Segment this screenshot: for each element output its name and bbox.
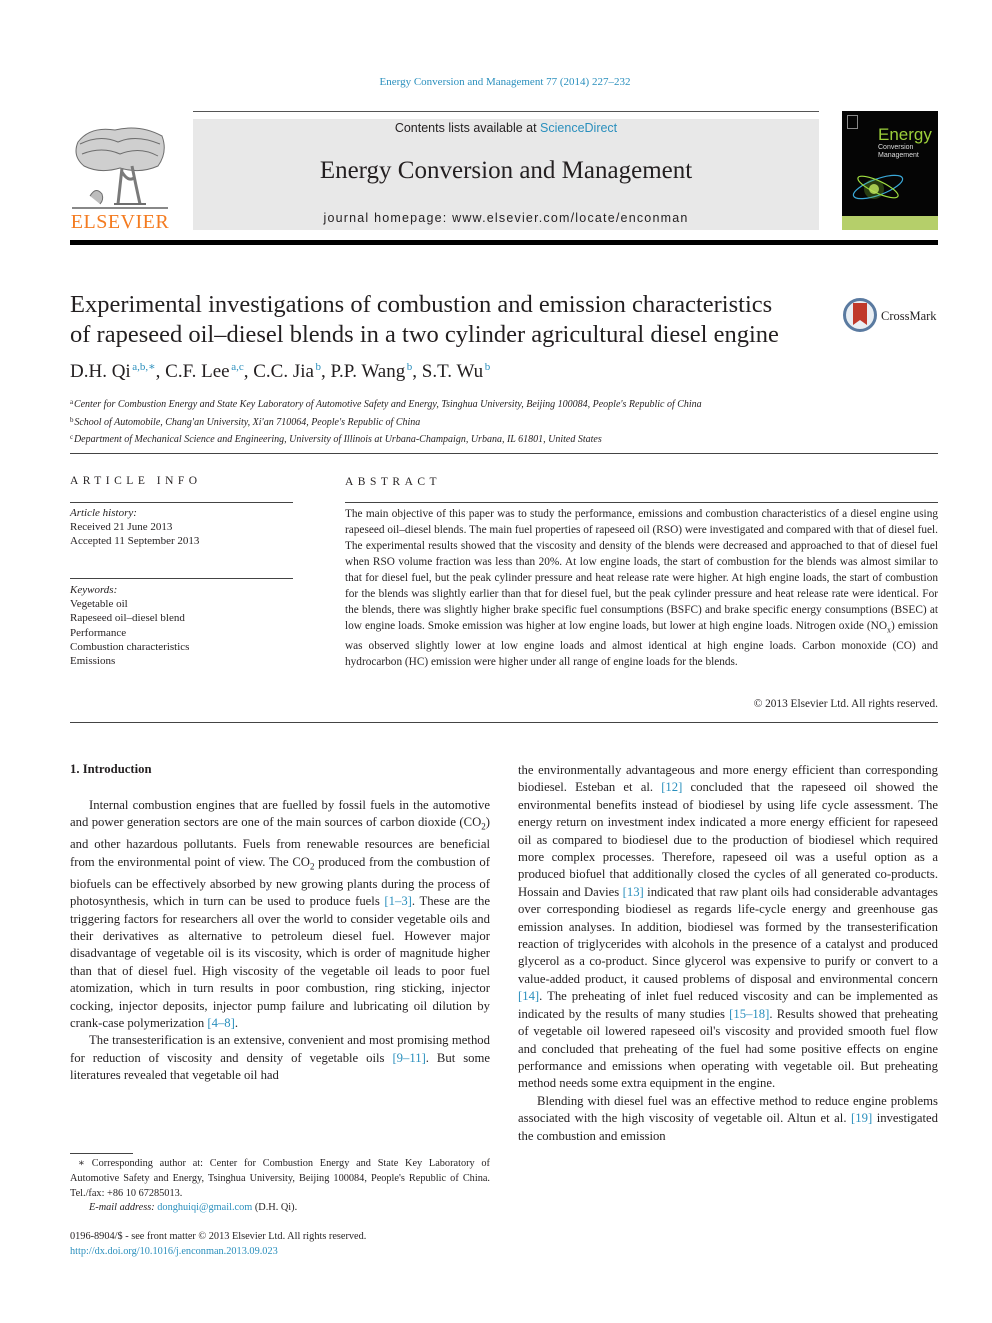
cover-subtitle: Conversion Management xyxy=(878,144,919,159)
contents-prefix: Contents lists available at xyxy=(394,121,541,135)
citation-link[interactable]: [15–18] xyxy=(729,1007,769,1021)
email-link[interactable]: donghuiqi@gmail.com xyxy=(157,1202,252,1213)
cover-title: Energy xyxy=(878,125,932,144)
author[interactable]: P.P. Wang b, xyxy=(331,361,422,382)
citation-link[interactable]: [19] xyxy=(851,1111,872,1125)
crossmark-button[interactable]: CrossMark xyxy=(843,297,943,333)
keyword: Rapeseed oil–diesel blend xyxy=(70,612,185,625)
keyword: Emissions xyxy=(70,655,116,668)
article-title: Experimental investigations of combustio… xyxy=(70,291,779,348)
article-history: Article history: Received 21 June 2013 A… xyxy=(70,506,300,549)
journal-banner: Contents lists available at ScienceDirec… xyxy=(193,119,819,230)
keyword: Performance xyxy=(70,626,127,639)
abstract-heading: ABSTRACT xyxy=(345,476,442,488)
header-top-rule xyxy=(193,111,819,112)
journal-title[interactable]: Energy Conversion and Management xyxy=(193,157,819,185)
front-matter: 0196-8904/$ - see front matter © 2013 El… xyxy=(70,1230,490,1260)
citation-link[interactable]: [4–8] xyxy=(207,1016,234,1030)
cover-publisher-mark-icon xyxy=(847,115,858,129)
contents-available: Contents lists available at ScienceDirec… xyxy=(193,121,819,135)
affiliation: a Center for Combustion Energy and State… xyxy=(70,398,702,410)
divider xyxy=(70,578,293,579)
body-column-left: Internal combustion engines that are fue… xyxy=(70,797,490,1085)
cover-energy-graphic-icon xyxy=(852,174,904,200)
affiliation: c Department of Mechanical Science and E… xyxy=(70,433,602,445)
abstract-text: The main objective of this paper was to … xyxy=(345,508,938,669)
received-date: Received 21 June 2013 xyxy=(70,521,173,534)
elsevier-wordmark: ELSEVIER xyxy=(70,211,170,233)
header-thick-rule xyxy=(70,240,938,245)
citation-link[interactable]: [12] xyxy=(661,780,682,794)
divider xyxy=(70,453,938,454)
section-heading-introduction: 1. Introduction xyxy=(70,762,152,776)
divider xyxy=(70,502,293,503)
keyword: Combustion characteristics xyxy=(70,640,190,653)
author[interactable]: C.F. Lee a,c, xyxy=(165,361,253,382)
journal-cover-thumbnail[interactable]: Energy Conversion Management xyxy=(842,111,938,230)
accepted-date: Accepted 11 September 2013 xyxy=(70,535,200,548)
issn-line: 0196-8904/$ - see front matter © 2013 El… xyxy=(70,1231,367,1242)
sciencedirect-link[interactable]: ScienceDirect xyxy=(540,121,617,135)
paragraph: Blending with diesel fuel was an effecti… xyxy=(518,1093,938,1143)
citation-link[interactable]: [9–11] xyxy=(392,1051,425,1065)
author[interactable]: C.C. Jia b, xyxy=(253,361,330,382)
article-info-heading: ARTICLE INFO xyxy=(70,475,202,487)
author[interactable]: D.H. Qi a,b,∗, xyxy=(70,361,165,382)
paragraph: Internal combustion engines that are fue… xyxy=(70,798,490,1030)
elsevier-tree-icon xyxy=(72,127,168,209)
paragraph: The transesterification is an extensive,… xyxy=(70,1033,490,1083)
body-column-right: the environmentally advantageous and mor… xyxy=(518,762,938,1145)
doi-link[interactable]: http://dx.doi.org/10.1016/j.enconman.201… xyxy=(70,1246,278,1257)
crossmark-label: CrossMark xyxy=(881,309,937,323)
divider xyxy=(345,502,938,503)
divider xyxy=(70,722,938,723)
paragraph: the environmentally advantageous and mor… xyxy=(518,763,938,1091)
footnote-rule xyxy=(70,1153,133,1154)
affiliations: a Center for Combustion Energy and State… xyxy=(70,395,702,448)
abstract-copyright: © 2013 Elsevier Ltd. All rights reserved… xyxy=(753,698,938,710)
author[interactable]: S.T. Wu b xyxy=(422,361,490,382)
citation-link[interactable]: [1–3] xyxy=(384,894,411,908)
author-list: D.H. Qi a,b,∗, C.F. Lee a,c, C.C. Jia b,… xyxy=(70,360,490,383)
cover-band xyxy=(842,216,938,230)
corresponding-author-footnote: ∗ Corresponding author at: Center for Co… xyxy=(70,1158,490,1214)
crossmark-icon xyxy=(843,298,877,332)
elsevier-logo[interactable]: ELSEVIER xyxy=(70,122,170,234)
keywords: Keywords: Vegetable oil Rapeseed oil–die… xyxy=(70,583,300,668)
journal-homepage[interactable]: journal homepage: www.elsevier.com/locat… xyxy=(193,211,819,225)
journal-citation-link[interactable]: Energy Conversion and Management 77 (201… xyxy=(0,76,992,88)
citation-link[interactable]: [14] xyxy=(518,989,539,1003)
citation-link[interactable]: [13] xyxy=(623,885,644,899)
keyword: Vegetable oil xyxy=(70,598,128,611)
affiliation: b School of Automobile, Chang'an Univers… xyxy=(70,415,421,428)
